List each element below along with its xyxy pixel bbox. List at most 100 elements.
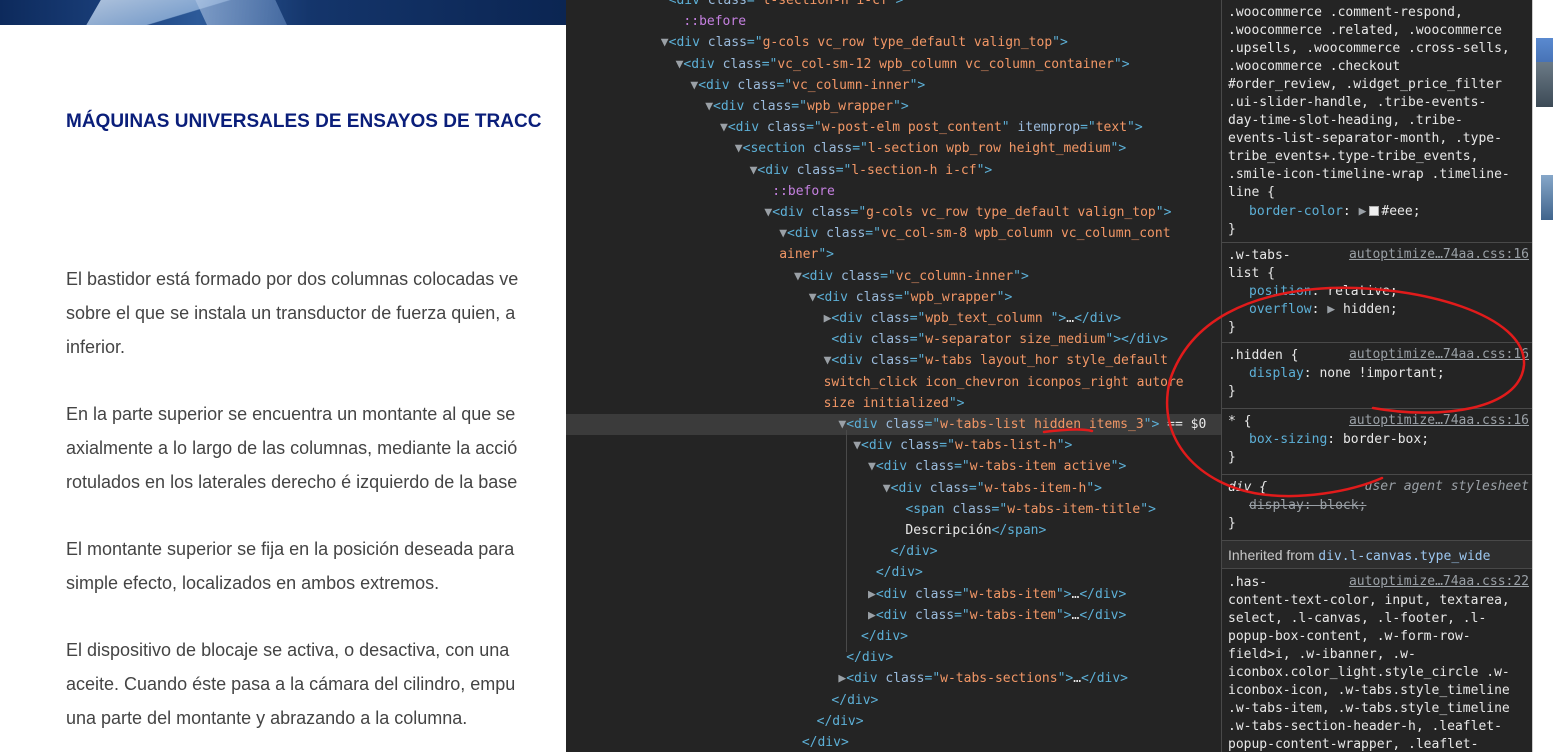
dom-node[interactable]: ▼<div class="w-post-elm post_content" it… bbox=[566, 117, 1221, 138]
dom-node[interactable]: <div class="l-section-h i-cf"> bbox=[566, 0, 1221, 11]
dom-token: wpb_wrapper bbox=[806, 99, 894, 114]
dom-token: <div bbox=[890, 480, 930, 496]
dom-token: <div bbox=[875, 607, 915, 623]
dom-node[interactable]: </div> bbox=[566, 711, 1221, 732]
dom-node[interactable]: ▼<div class="w-tabs-list-h"> bbox=[566, 435, 1221, 456]
stylesheet-link[interactable]: autoptimize…74aa.css:16 bbox=[1349, 347, 1529, 362]
collapse-triangle-icon[interactable]: ▼ bbox=[853, 438, 861, 453]
dom-node[interactable]: ▼<div class="vc_column-inner"> bbox=[566, 75, 1221, 96]
inherited-element-link[interactable]: div.l-canvas.type_wide bbox=[1318, 549, 1490, 564]
dom-node[interactable]: </div> bbox=[566, 647, 1221, 668]
dom-node-selected[interactable]: ▼<div class="w-tabs-list hidden items_3"… bbox=[566, 414, 1221, 435]
expand-triangle-icon[interactable]: ▶ bbox=[868, 587, 876, 602]
dom-node[interactable]: size initialized"> bbox=[566, 393, 1221, 414]
dom-token: "> bbox=[996, 289, 1013, 305]
dom-node[interactable]: ▶<div class="w-tabs-item">…</div> bbox=[566, 584, 1221, 605]
dom-node[interactable]: <span class="w-tabs-item-title"> bbox=[566, 499, 1221, 520]
stylesheet-link[interactable]: autoptimize…74aa.css:22 bbox=[1349, 574, 1529, 589]
style-rule-universal[interactable]: * { autoptimize…74aa.css:16 box-sizing: … bbox=[1222, 409, 1532, 475]
dom-token: <div bbox=[668, 0, 708, 8]
dom-node[interactable]: ▶<div class="w-tabs-sections">…</div> bbox=[566, 668, 1221, 689]
dom-token: wpb_text_column bbox=[925, 311, 1051, 326]
dom-node[interactable]: Descripción</span> bbox=[566, 520, 1221, 541]
dom-token: class bbox=[737, 77, 777, 93]
style-rule-woocommerce[interactable]: .woocommerce .comment-respond, .woocommer… bbox=[1222, 0, 1532, 243]
selector-line: popup-content-wrapper, .leaflet- bbox=[1228, 737, 1479, 752]
dom-node[interactable]: ▼<div class="vc_col-sm-12 wpb_column vc_… bbox=[566, 54, 1221, 75]
collapse-triangle-icon[interactable]: ▼ bbox=[705, 99, 713, 114]
stylesheet-link[interactable]: autoptimize…74aa.css:16 bbox=[1349, 247, 1529, 262]
style-rule-inherited[interactable]: autoptimize…74aa.css:22 .has-content-tex… bbox=[1222, 570, 1532, 752]
dom-token: <div bbox=[713, 99, 753, 114]
dom-node[interactable]: switch_click icon_chevron iconpos_right … bbox=[566, 372, 1221, 393]
style-rule-hidden[interactable]: .hidden { autoptimize…74aa.css:16 displa… bbox=[1222, 343, 1532, 409]
rule-declaration[interactable]: overflow: ▶ hidden; bbox=[1228, 301, 1527, 319]
dom-token: class bbox=[929, 480, 969, 496]
rule-declaration[interactable]: display: none !important; bbox=[1228, 365, 1527, 383]
user-agent-label: user agent stylesheet bbox=[1364, 479, 1529, 494]
dom-node[interactable]: ▼<div class="vc_col-sm-8 wpb_column vc_c… bbox=[566, 223, 1221, 244]
selector-line: .w-tabs-item, .w-tabs.style_timeline bbox=[1228, 701, 1510, 716]
dom-node[interactable]: ▼<div class="wpb_wrapper"> bbox=[566, 287, 1221, 308]
color-swatch[interactable] bbox=[1369, 206, 1380, 216]
dom-node[interactable]: ▼<section class="l-section wpb_row heigh… bbox=[566, 138, 1221, 159]
dom-node[interactable]: ▼<div class="w-tabs-item active"> bbox=[566, 456, 1221, 477]
dom-node[interactable]: </div> bbox=[566, 690, 1221, 711]
collapse-triangle-icon[interactable]: ▼ bbox=[661, 35, 669, 50]
dom-token: =" bbox=[865, 226, 881, 242]
rule-declaration[interactable]: box-sizing: border-box; bbox=[1228, 431, 1527, 449]
dom-node[interactable]: ▼<div class="w-tabs-item-h"> bbox=[566, 478, 1221, 499]
dom-token: "> bbox=[948, 395, 965, 411]
dom-node[interactable]: </div> bbox=[566, 541, 1221, 562]
dom-token: class bbox=[870, 353, 910, 369]
dom-token: <div bbox=[683, 56, 723, 72]
dom-token: <div bbox=[846, 671, 886, 687]
collapse-triangle-icon[interactable]: ▼ bbox=[794, 269, 802, 284]
devtools-styles-panel[interactable]: .woocommerce .comment-respond, .woocommer… bbox=[1221, 0, 1532, 752]
dom-token: vc_col-sm-12 wpb_column vc_column_contai… bbox=[777, 56, 1114, 72]
dom-token: "> bbox=[1140, 501, 1156, 517]
thumbnail-image bbox=[1536, 62, 1553, 107]
dom-node[interactable]: ▼<div class="vc_column-inner"> bbox=[566, 266, 1221, 287]
dom-token: =" bbox=[954, 607, 970, 623]
expand-triangle-icon[interactable]: ▶ bbox=[868, 608, 876, 623]
collapse-triangle-icon[interactable]: ▼ bbox=[809, 290, 817, 305]
dom-token: <div bbox=[861, 438, 901, 454]
rule-declaration[interactable]: display: block; bbox=[1228, 497, 1527, 515]
dom-token: w-tabs-list-h bbox=[954, 438, 1057, 454]
stylesheet-link[interactable]: autoptimize…74aa.css:16 bbox=[1349, 413, 1529, 428]
dom-token: </div> bbox=[861, 629, 908, 644]
collapse-triangle-icon[interactable]: ▼ bbox=[868, 459, 876, 474]
paragraph-line: sobre el que se instala un transductor d… bbox=[66, 303, 516, 323]
dom-node[interactable]: ::before bbox=[566, 11, 1221, 32]
collapse-triangle-icon[interactable]: ▼ bbox=[779, 226, 787, 241]
dom-node[interactable]: </div> bbox=[566, 732, 1221, 752]
collapse-triangle-icon[interactable]: ▼ bbox=[735, 141, 743, 156]
dom-node[interactable]: ▶<div class="w-tabs-item">…</div> bbox=[566, 605, 1221, 626]
dom-token: … bbox=[1073, 671, 1082, 687]
dom-token: <div bbox=[772, 205, 812, 220]
rule-declaration[interactable]: border-color: ▶ #eee; bbox=[1228, 203, 1527, 221]
dom-token: =" bbox=[909, 332, 926, 348]
dom-node[interactable]: ▼<div class="w-tabs layout_hor style_def… bbox=[566, 350, 1221, 371]
style-rule-div-user-agent[interactable]: div { user agent stylesheet display: blo… bbox=[1222, 475, 1532, 541]
devtools-elements-panel[interactable]: ... <div class="l-section-h i-cf"> ::bef… bbox=[566, 0, 1221, 752]
dom-node[interactable]: ▼<div class="g-cols vc_row type_default … bbox=[566, 32, 1221, 53]
dom-token: "> bbox=[976, 162, 993, 178]
style-rule-w-tabs-list[interactable]: .w-tabs- autoptimize…74aa.css:16 list { … bbox=[1222, 243, 1532, 343]
collapse-triangle-icon[interactable]: ▼ bbox=[720, 120, 728, 135]
dom-token: class bbox=[707, 0, 747, 8]
dom-token: l-section-h i-cf bbox=[851, 162, 977, 178]
dom-node[interactable]: ainer"> bbox=[566, 244, 1221, 265]
dom-node[interactable]: <div class="w-separator size_medium"></d… bbox=[566, 329, 1221, 350]
dom-node[interactable]: ▼<div class="g-cols vc_row type_default … bbox=[566, 202, 1221, 223]
dom-node[interactable]: ▼<div class="l-section-h i-cf"> bbox=[566, 160, 1221, 181]
dom-node[interactable]: ▼<div class="wpb_wrapper"> bbox=[566, 96, 1221, 117]
collapse-triangle-icon[interactable]: ▼ bbox=[883, 481, 891, 496]
dom-node[interactable]: </div> bbox=[566, 562, 1221, 583]
dom-node[interactable]: ▶<div class="wpb_text_column ">…</div> bbox=[566, 308, 1221, 329]
dom-node[interactable]: </div> bbox=[566, 626, 1221, 647]
dom-token: </div> bbox=[890, 544, 938, 560]
dom-node[interactable]: ::before bbox=[566, 181, 1221, 202]
rule-declaration[interactable]: position: relative; bbox=[1228, 283, 1527, 301]
